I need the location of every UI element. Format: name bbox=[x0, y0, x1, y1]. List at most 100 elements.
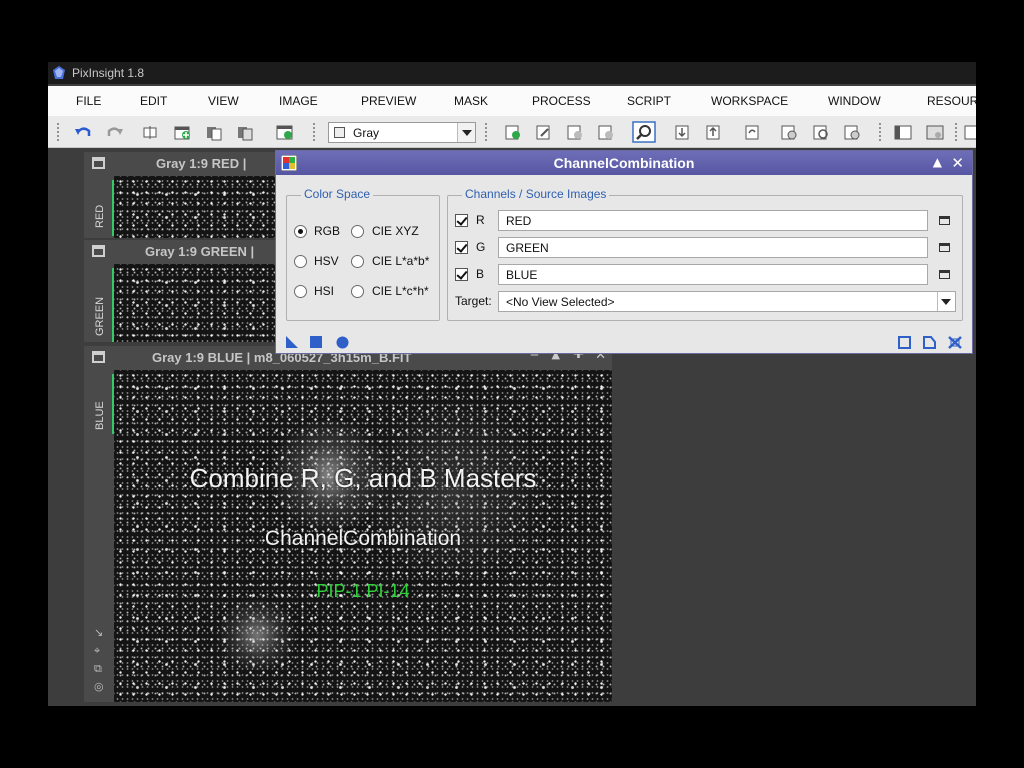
menu-file[interactable]: FILE bbox=[76, 94, 101, 108]
apply-icon[interactable] bbox=[336, 336, 349, 349]
radio-hsv-label: HSV bbox=[314, 254, 339, 268]
edit-process-icon[interactable] bbox=[535, 124, 553, 141]
window-icon[interactable] bbox=[92, 157, 105, 169]
image-window-green[interactable]: Gray 1:9 GREEN | GREEN bbox=[84, 240, 284, 342]
undo-icon[interactable] bbox=[74, 124, 92, 141]
export-icon[interactable] bbox=[705, 124, 723, 141]
image-canvas[interactable] bbox=[114, 264, 284, 342]
zoom-fit-icon[interactable]: ⌖ bbox=[94, 644, 100, 658]
menu-window[interactable]: WINDOW bbox=[828, 94, 881, 108]
image-window-red[interactable]: Gray 1:9 RED | RED bbox=[84, 152, 284, 238]
close-icon[interactable]: ✕ bbox=[951, 154, 964, 172]
apply-global-icon[interactable] bbox=[310, 336, 322, 348]
checkbox-g[interactable] bbox=[455, 241, 468, 254]
source-image-g[interactable]: GREEN bbox=[498, 237, 928, 258]
view-info-icon[interactable]: ◎ bbox=[94, 680, 104, 693]
toolbar-grip[interactable] bbox=[312, 122, 316, 142]
radio-cie-lab-label: CIE L*a*b* bbox=[372, 254, 430, 268]
target-label: Target: bbox=[455, 294, 492, 308]
color-space-label: Color Space bbox=[301, 187, 374, 201]
menu-workspace[interactable]: WORKSPACE bbox=[711, 94, 788, 108]
fit-view-icon[interactable]: ↘ bbox=[94, 626, 103, 639]
channel-tab[interactable]: GREEN bbox=[92, 268, 114, 342]
channel-g-label: G bbox=[476, 240, 486, 254]
channel-tab-label: BLUE bbox=[94, 401, 106, 430]
dialog-title: ChannelCombination bbox=[553, 155, 695, 171]
radio-hsi[interactable] bbox=[294, 285, 307, 298]
app-window: PixInsight 1.8 FILE EDIT VIEW IMAGE PREV… bbox=[48, 62, 976, 706]
image-canvas[interactable]: Combine R, G, and B Masters ChannelCombi… bbox=[114, 370, 612, 702]
menu-edit[interactable]: EDIT bbox=[140, 94, 167, 108]
channel-tab[interactable]: RED bbox=[92, 180, 114, 236]
toolbar-grip[interactable] bbox=[878, 122, 882, 142]
menu-script[interactable]: SCRIPT bbox=[627, 94, 671, 108]
source-image-b[interactable]: BLUE bbox=[498, 264, 928, 285]
panel-icon[interactable] bbox=[964, 124, 976, 141]
menu-process[interactable]: PROCESS bbox=[532, 94, 591, 108]
menu-preview[interactable]: PREVIEW bbox=[361, 94, 416, 108]
browse-documentation-icon[interactable] bbox=[898, 336, 911, 349]
toolbar-grip[interactable] bbox=[954, 122, 958, 142]
window-sidebar: BLUE ↘ ⌖ ⧉ ◎ bbox=[84, 370, 114, 702]
image-canvas[interactable] bbox=[114, 176, 284, 238]
view-explorer-icon[interactable] bbox=[926, 124, 944, 141]
zoom-view-icon[interactable] bbox=[632, 121, 656, 143]
new-view-icon[interactable] bbox=[276, 124, 294, 141]
chevron-down-icon[interactable] bbox=[937, 292, 955, 311]
toolbar: Gray bbox=[48, 116, 976, 148]
radio-cie-xyz[interactable] bbox=[351, 225, 364, 238]
menu-mask[interactable]: MASK bbox=[454, 94, 488, 108]
radio-cie-lab[interactable] bbox=[351, 255, 364, 268]
settings-icon[interactable] bbox=[780, 124, 798, 141]
channel-r-label: R bbox=[476, 213, 485, 227]
refresh-icon[interactable] bbox=[812, 124, 830, 141]
process-icon[interactable] bbox=[504, 124, 522, 141]
radio-hsv[interactable] bbox=[294, 255, 307, 268]
toolbar-grip[interactable] bbox=[56, 122, 60, 142]
shade-icon[interactable]: ▲ bbox=[933, 155, 942, 169]
clone-image-icon[interactable] bbox=[205, 124, 223, 141]
checkbox-b[interactable] bbox=[455, 268, 468, 281]
select-view-icon[interactable] bbox=[939, 270, 950, 279]
import-icon[interactable] bbox=[674, 124, 692, 141]
add-process-icon[interactable] bbox=[566, 124, 584, 141]
redo-icon[interactable] bbox=[106, 124, 124, 141]
menu-image[interactable]: IMAGE bbox=[279, 94, 318, 108]
window-title: Gray 1:9 RED | bbox=[156, 156, 247, 171]
radio-rgb-label: RGB bbox=[314, 224, 341, 238]
radio-hsi-label: HSI bbox=[314, 284, 335, 298]
window-icon[interactable] bbox=[92, 245, 105, 257]
window-icon[interactable] bbox=[92, 351, 105, 363]
explorer-icon[interactable] bbox=[894, 124, 912, 141]
duplicate-image-icon[interactable] bbox=[236, 124, 254, 141]
chevron-down-icon[interactable] bbox=[457, 123, 475, 142]
target-view-select[interactable]: <No View Selected> bbox=[498, 291, 956, 312]
new-instance-icon[interactable] bbox=[286, 336, 299, 348]
select-view-icon[interactable] bbox=[939, 216, 950, 225]
channels-label: Channels / Source Images bbox=[462, 187, 610, 201]
history-icon[interactable] bbox=[142, 124, 160, 141]
checkbox-r[interactable] bbox=[455, 214, 468, 227]
reset-icon[interactable] bbox=[744, 124, 762, 141]
view-selector[interactable]: Gray bbox=[328, 122, 476, 143]
clone-view-icon[interactable]: ⧉ bbox=[94, 662, 102, 676]
new-image-icon[interactable] bbox=[174, 124, 192, 141]
overlay-code: PIP-1 PI-14 bbox=[316, 581, 410, 601]
window-title: Gray 1:9 GREEN | bbox=[145, 244, 255, 259]
toolbar-grip[interactable] bbox=[484, 122, 488, 142]
remove-process-icon[interactable] bbox=[597, 124, 615, 141]
radio-cie-lch[interactable] bbox=[351, 285, 364, 298]
channel-tab-label: GREEN bbox=[94, 296, 106, 336]
image-window-blue[interactable]: Gray 1:9 BLUE | m8_060527_3h15m_B.FIT ─ … bbox=[84, 346, 612, 702]
menu-resources[interactable]: RESOUR bbox=[927, 94, 976, 108]
menu-view[interactable]: VIEW bbox=[208, 94, 239, 108]
close-dialog-icon[interactable] bbox=[948, 336, 962, 349]
select-view-icon[interactable] bbox=[939, 243, 950, 252]
close-process-icon[interactable] bbox=[843, 124, 861, 141]
channel-tab[interactable]: BLUE bbox=[92, 374, 114, 434]
window-sidebar: GREEN bbox=[84, 264, 114, 342]
reset-dialog-icon[interactable] bbox=[923, 336, 936, 349]
source-image-r[interactable]: RED bbox=[498, 210, 928, 231]
radio-rgb[interactable] bbox=[294, 225, 307, 238]
overlay-headline: Combine R, G, and B Masters bbox=[189, 463, 537, 493]
